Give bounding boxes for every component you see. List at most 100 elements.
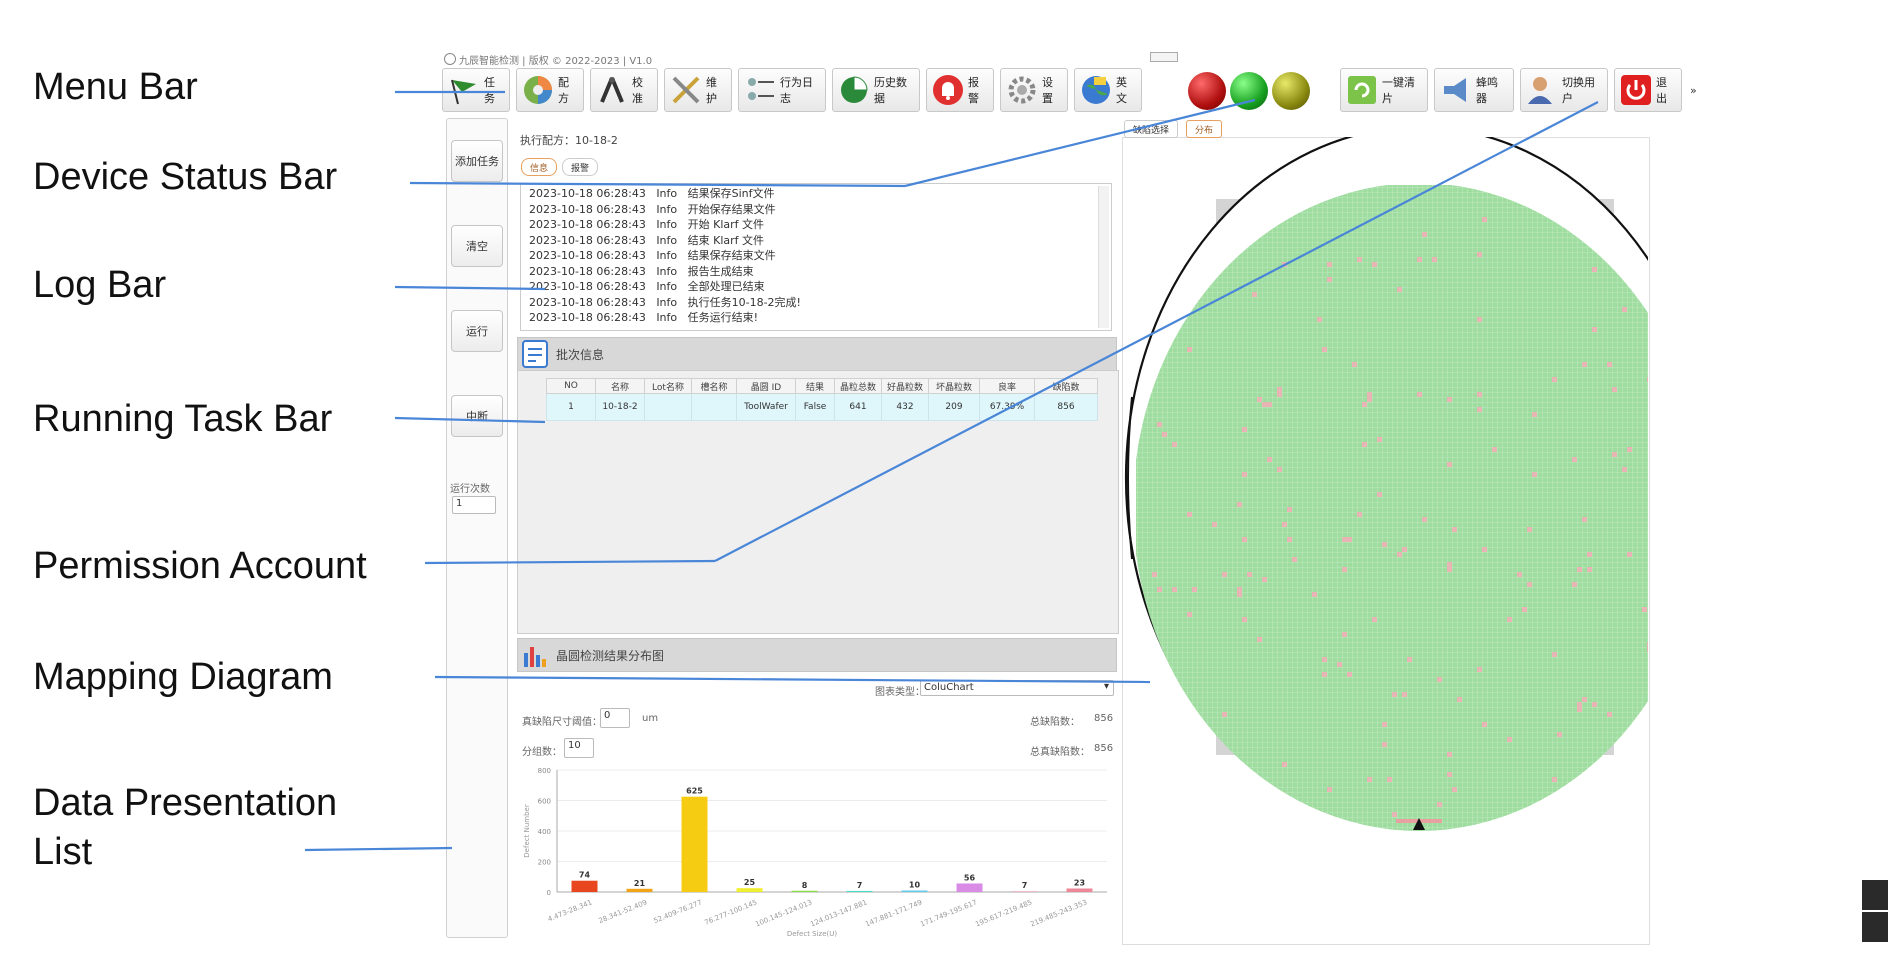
defect-die	[1262, 577, 1267, 582]
stop-button[interactable]: 中断	[451, 395, 503, 437]
window-restore-icon[interactable]	[1150, 52, 1178, 62]
defect-die	[1642, 607, 1647, 612]
data-label: 625	[686, 787, 703, 796]
col-slot: 槽名称	[691, 378, 737, 394]
clear-wafer-button[interactable]: 一键清片	[1340, 68, 1428, 112]
run-button[interactable]: 运行	[451, 310, 503, 352]
clear-button[interactable]: 清空	[451, 225, 503, 267]
defect-die	[1377, 437, 1382, 442]
defect-die	[1282, 522, 1287, 527]
tab-info[interactable]: 信息	[521, 158, 558, 176]
maintain-button[interactable]: 维护	[664, 68, 732, 112]
batch-info-header: 批次信息	[517, 337, 1117, 371]
tab-defect-select[interactable]: 缺陷选择	[1124, 120, 1179, 138]
cell-no: 1	[546, 393, 596, 421]
defect-die	[1647, 647, 1648, 652]
calibrate-button[interactable]: 校准	[590, 68, 658, 112]
defect-die	[1492, 447, 1497, 452]
globe-icon	[1082, 76, 1110, 104]
x-axis-label: Defect Size(U)	[787, 930, 838, 938]
settings-button[interactable]: 设置	[1000, 68, 1068, 112]
defect-die	[1287, 537, 1292, 542]
cell-bad-die: 209	[928, 393, 980, 421]
defect-die	[1552, 652, 1557, 657]
col-bad-die: 坏晶粒数	[928, 378, 980, 394]
data-label: 56	[964, 873, 976, 882]
defect-die	[1282, 762, 1287, 767]
task-button[interactable]: 任务	[442, 68, 510, 112]
bar	[956, 883, 983, 892]
log-line: 2023-10-18 06:28:43 Info 开始保存结果文件	[529, 202, 776, 216]
defect-die	[1357, 512, 1362, 517]
switch-user-button[interactable]: 切换用户	[1520, 68, 1608, 112]
log-scrollbar[interactable]	[1098, 186, 1109, 328]
defect-die	[1477, 392, 1482, 397]
defect-die	[1457, 697, 1462, 702]
annotation-device-status-bar: Device Status Bar	[33, 156, 338, 198]
groups-input[interactable]: 10	[564, 738, 594, 758]
document-icon	[522, 340, 548, 368]
defect-die	[1157, 422, 1162, 427]
add-task-button[interactable]: 添加任务	[451, 140, 503, 182]
defect-die	[1252, 292, 1257, 297]
log-box[interactable]: 2023-10-18 06:28:43 Info 结果保存Sinf文件 2023-…	[520, 183, 1112, 331]
tab-alarm[interactable]: 报警	[562, 158, 599, 176]
english-button[interactable]: 英文	[1074, 68, 1142, 112]
defect-die	[1342, 632, 1347, 637]
defect-die	[1482, 217, 1487, 222]
run-count-input[interactable]: 1	[452, 496, 496, 514]
recipe-button[interactable]: 配方	[516, 68, 584, 112]
log-list-icon	[748, 78, 774, 100]
defect-die	[1392, 692, 1397, 697]
data-label: 8	[802, 881, 808, 890]
behavior-log-button[interactable]: 行为日志	[738, 68, 826, 112]
log-line: 2023-10-18 06:28:43 Info 开始 Klarf 文件	[529, 218, 765, 231]
cell-defects: 856	[1034, 393, 1098, 421]
mini-side-button-2[interactable]	[1862, 912, 1888, 942]
defect-die	[1172, 587, 1177, 592]
defect-die	[1527, 582, 1532, 587]
mini-side-button-1[interactable]	[1862, 880, 1888, 910]
cell-wafer-id: ToolWafer	[736, 393, 796, 421]
defect-die	[1192, 587, 1197, 592]
defect-die	[1587, 567, 1592, 572]
log-line: 2023-10-18 06:28:43 Info 全部处理已结束	[529, 280, 765, 293]
defect-die	[1387, 777, 1392, 782]
chart-type-select[interactable]: ColuChart ▾	[920, 680, 1114, 696]
size-threshold-input[interactable]: 0	[600, 708, 630, 728]
defect-die	[1222, 572, 1227, 577]
tab-distribution[interactable]: 分布	[1186, 120, 1223, 138]
annotation-log-bar: Log Bar	[33, 264, 167, 306]
defect-die	[1417, 257, 1422, 262]
y-tick-label: 400	[538, 828, 551, 836]
defect-die	[1477, 252, 1482, 257]
defect-die	[1367, 392, 1372, 397]
batch-table-header-row: NO 名称 Lot名称 槽名称 晶圆 ID 结果 晶粒总数 好晶粒数 坏晶粒数 …	[546, 378, 1098, 394]
bar	[846, 890, 873, 892]
x-tick-label: 171.749-195.617	[919, 898, 978, 928]
defect-die	[1347, 537, 1352, 542]
defect-die	[1482, 547, 1487, 552]
buzzer-button[interactable]: 蜂鸣器	[1434, 68, 1514, 112]
annotation-data-presentation: Data Presentation	[33, 782, 338, 824]
defect-distribution-chart: 0 200 400 600 800 74 4.473-28.341 21 28.341-52.4…	[523, 767, 1107, 938]
defect-die	[1447, 462, 1452, 467]
defect-die	[1592, 702, 1597, 707]
defect-die	[1322, 657, 1327, 662]
data-label: 25	[744, 878, 756, 887]
cell-die-total: 641	[834, 393, 882, 421]
table-row[interactable]: 1 10-18-2 ToolWafer False 641 432 209 67…	[546, 393, 1098, 421]
data-label: 23	[1074, 878, 1085, 887]
toolbar-more-button[interactable]: »	[1690, 84, 1697, 97]
defect-die	[1267, 402, 1272, 407]
history-data-button[interactable]: 历史数据	[832, 68, 920, 112]
wafer-map[interactable]	[1122, 137, 1648, 943]
defect-die	[1577, 702, 1582, 707]
cell-result: False	[795, 393, 835, 421]
app-logo-icon	[444, 53, 456, 65]
defect-die	[1397, 287, 1402, 292]
exit-button[interactable]: 退出	[1614, 68, 1682, 112]
alarm-button[interactable]: 报警	[926, 68, 994, 112]
defect-die	[1577, 567, 1582, 572]
groups-label: 分组数：	[522, 747, 562, 758]
